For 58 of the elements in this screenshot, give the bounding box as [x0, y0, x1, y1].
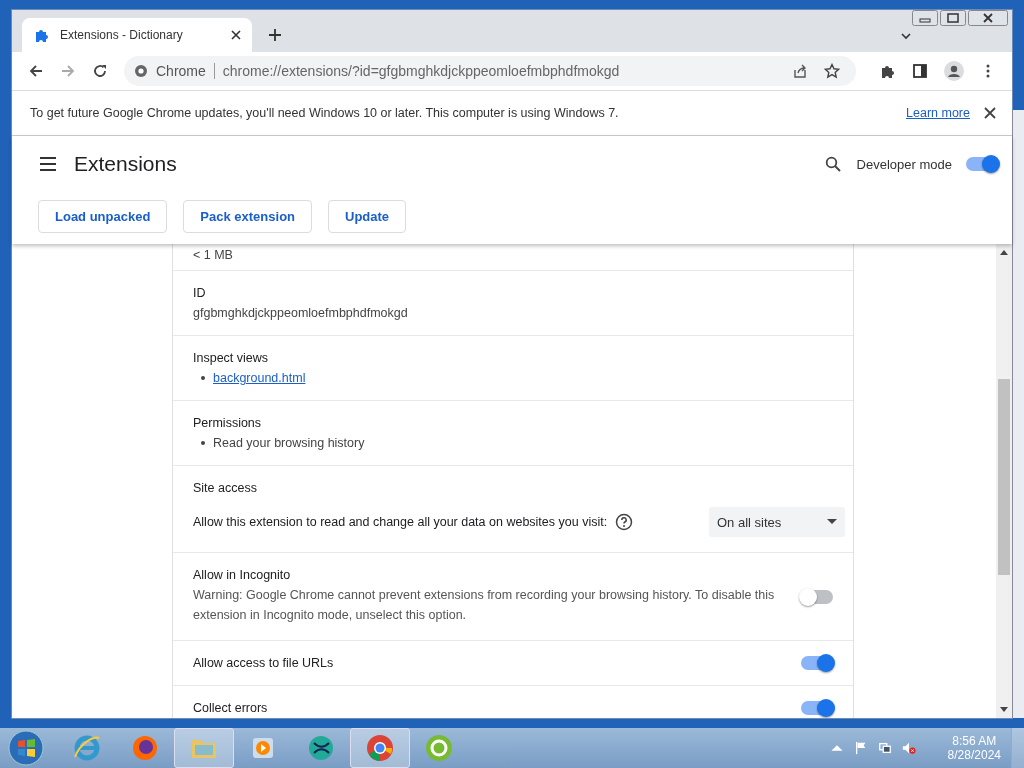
share-icon[interactable]: [792, 63, 808, 79]
setting-description: Warning: Google Chrome cannot prevent extensions from recording your browsing history. To disable this extension in Incognito mode, unselect this option.: [193, 587, 776, 624]
site-access-dropdown[interactable]: On all sites: [709, 507, 845, 537]
address-bar[interactable]: Chrome chrome://extensions/?id=gfgbmghkdjckppeomloefmbphdfmokgd: [124, 56, 856, 86]
developer-mode-toggle[interactable]: [966, 157, 998, 171]
site-access-heading: Site access: [193, 481, 258, 495]
puzzle-icon: [34, 27, 50, 43]
ring-app-icon[interactable]: [424, 733, 454, 763]
back-arrow-icon[interactable]: [28, 63, 44, 79]
help-icon[interactable]: [615, 513, 634, 531]
url-text: chrome://extensions/?id=gfgbmghkdjckppeomloefmbphdfmokgd: [222, 63, 620, 79]
restore-icon[interactable]: [940, 10, 966, 26]
muted-speaker-icon[interactable]: [901, 741, 916, 755]
developer-mode-label: Developer mode: [856, 156, 952, 172]
close-icon[interactable]: [230, 29, 242, 41]
setting-title: Allow access to file URLs: [193, 656, 335, 670]
scrollbar[interactable]: [996, 244, 1012, 718]
id-value: gfgbmghkdjckppeomloefmbphdfmokgd: [193, 306, 409, 320]
menu-icon[interactable]: [38, 154, 58, 174]
scroll-up-icon[interactable]: [1000, 250, 1008, 255]
action-button[interactable]: Pack extension: [183, 200, 312, 233]
permission-item: Read your browsing history: [213, 436, 365, 450]
inspect-views-label: Inspect views: [193, 351, 270, 365]
page-title: Extensions: [74, 152, 177, 176]
new-tab-icon[interactable]: [268, 28, 282, 42]
avatar-icon[interactable]: [944, 61, 964, 81]
puzzle-icon[interactable]: [880, 63, 896, 79]
tab-title: Extensions - Dictionary: [60, 28, 184, 42]
learn-more-link[interactable]: Learn more: [906, 106, 970, 120]
setting-toggle[interactable]: [801, 701, 833, 715]
setting-toggle[interactable]: [801, 589, 833, 604]
setting-title: Collect errors: [193, 701, 269, 715]
site-label: Chrome: [156, 63, 206, 79]
inspect-view-link[interactable]: background.html: [213, 371, 306, 385]
firefox-icon[interactable]: [130, 733, 160, 763]
size-value: < 1 MB: [193, 248, 234, 262]
chrome-logo-icon: [134, 64, 148, 78]
id-label: ID: [193, 286, 207, 300]
star-icon[interactable]: [824, 63, 840, 79]
setting-toggle[interactable]: [801, 656, 833, 670]
dropdown-caret-icon: [827, 519, 837, 525]
site-access-prompt: Allow this extension to read and change all your data on websites you visit:: [193, 515, 608, 529]
browser-tab[interactable]: Extensions - Dictionary: [22, 18, 252, 52]
chevron-down-icon[interactable]: [900, 30, 912, 42]
chrome-icon[interactable]: [365, 733, 395, 763]
reload-icon[interactable]: [92, 63, 108, 79]
setting-title: Allow in Incognito: [193, 568, 292, 582]
start-button-icon[interactable]: [8, 730, 44, 766]
search-icon[interactable]: [824, 156, 841, 172]
close-icon[interactable]: [984, 107, 996, 119]
close-icon[interactable]: [968, 10, 1008, 26]
scroll-down-icon[interactable]: [1000, 707, 1008, 712]
network-icon[interactable]: [877, 741, 892, 755]
permissions-label: Permissions: [193, 416, 263, 430]
action-button[interactable]: Update: [328, 200, 407, 233]
update-notice: To get future Google Chrome updates, you'll need Windows 10 or later. This computer is using Windows 7.: [30, 106, 619, 120]
side-panel-icon[interactable]: [912, 63, 928, 79]
action-button[interactable]: Load unpacked: [38, 200, 168, 233]
